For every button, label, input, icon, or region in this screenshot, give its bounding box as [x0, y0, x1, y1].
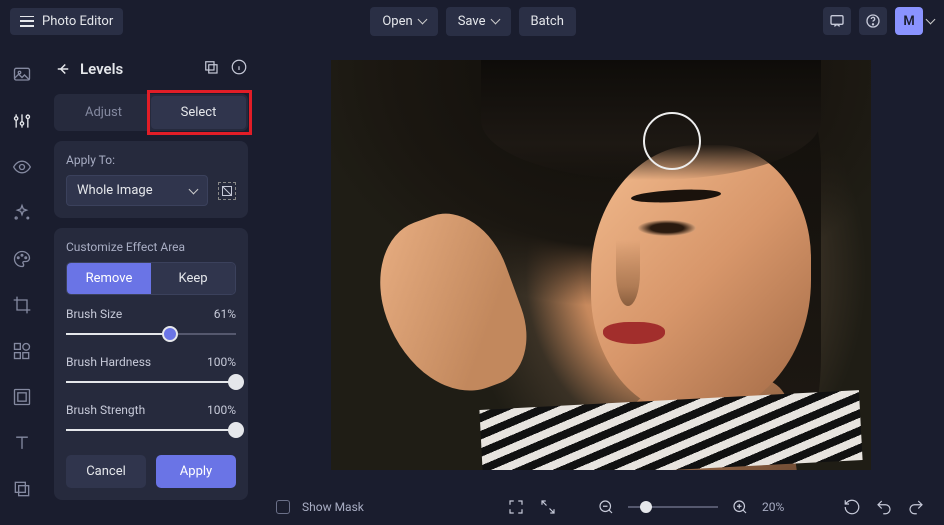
text-icon: [12, 433, 32, 453]
palette-icon: [12, 249, 32, 269]
apply-to-section: Apply To: Whole Image: [54, 141, 248, 218]
show-mask-checkbox[interactable]: [276, 500, 290, 514]
arrow-left-icon: [54, 60, 72, 78]
save-button[interactable]: Save: [446, 7, 511, 36]
tool-frame[interactable]: [11, 386, 33, 408]
tool-layers[interactable]: [11, 478, 33, 500]
fit-screen-icon: [507, 498, 525, 516]
actual-size-button[interactable]: [538, 497, 558, 517]
brush-strength-label: Brush Strength: [66, 403, 145, 417]
remove-keep-toggle: Remove Keep: [66, 262, 236, 295]
zoom-in-button[interactable]: [730, 497, 750, 517]
canvas-area: Show Mask 20%: [258, 42, 944, 525]
zoom-out-icon: [597, 498, 615, 516]
keep-button[interactable]: Keep: [151, 263, 235, 294]
side-panel: Levels Adjust Select Apply To: Whole Ima…: [44, 42, 258, 525]
brush-strength-slider[interactable]: [66, 421, 236, 439]
brush-strength-value: 100%: [207, 403, 236, 417]
image-icon: [12, 65, 32, 85]
chevron-down-icon: [189, 184, 199, 194]
apply-button[interactable]: Apply: [156, 455, 236, 488]
brush-hardness-label: Brush Hardness: [66, 355, 151, 369]
apply-to-label: Apply To:: [66, 153, 236, 167]
app-title: Photo Editor: [42, 14, 113, 29]
save-label: Save: [458, 14, 486, 29]
mask-icon: [221, 185, 233, 197]
main-area: Levels Adjust Select Apply To: Whole Ima…: [0, 42, 944, 525]
tool-brush[interactable]: [11, 248, 33, 270]
tab-select[interactable]: Select: [151, 96, 246, 129]
brush-size-label: Brush Size: [66, 307, 122, 321]
info-button[interactable]: [230, 58, 248, 80]
remove-button[interactable]: Remove: [67, 263, 151, 294]
feedback-icon: [829, 13, 845, 29]
apply-to-value: Whole Image: [77, 183, 153, 198]
actual-size-icon: [539, 498, 557, 516]
bottom-bar: Show Mask 20%: [258, 488, 944, 525]
feedback-button[interactable]: [823, 7, 851, 35]
brush-size-slider[interactable]: [66, 325, 236, 343]
app-menu-button[interactable]: Photo Editor: [10, 8, 123, 35]
photo[interactable]: [331, 60, 871, 470]
avatar: M: [895, 7, 923, 35]
sparkle-icon: [12, 203, 32, 223]
batch-button[interactable]: Batch: [519, 7, 576, 36]
open-button[interactable]: Open: [370, 7, 437, 36]
panel-tabs: Adjust Select: [54, 94, 248, 131]
top-bar: Photo Editor Open Save Batch M: [0, 0, 944, 42]
tool-crop[interactable]: [11, 294, 33, 316]
apply-to-select[interactable]: Whole Image: [66, 175, 208, 206]
chevron-down-icon: [490, 15, 500, 25]
tool-text[interactable]: [11, 432, 33, 454]
tool-image[interactable]: [11, 64, 33, 86]
compare-button[interactable]: [202, 58, 220, 80]
crop-icon: [12, 295, 32, 315]
account-menu[interactable]: M: [895, 7, 934, 35]
undo-icon: [875, 498, 893, 516]
customize-section: Customize Effect Area Remove Keep Brush …: [54, 228, 248, 500]
back-button[interactable]: [52, 58, 74, 80]
brush-size-value: 61%: [214, 307, 236, 321]
help-icon: [865, 13, 881, 29]
tool-elements[interactable]: [11, 340, 33, 362]
panel-title: Levels: [80, 60, 123, 78]
help-button[interactable]: [859, 7, 887, 35]
cancel-button[interactable]: Cancel: [66, 455, 146, 488]
zoom-in-icon: [731, 498, 749, 516]
panel-header: Levels: [48, 58, 254, 90]
chevron-down-icon: [926, 15, 936, 25]
batch-label: Batch: [531, 14, 564, 29]
zoom-value: 20%: [762, 500, 798, 514]
undo-button[interactable]: [874, 497, 894, 517]
canvas[interactable]: [258, 42, 944, 488]
frame-icon: [12, 387, 32, 407]
tool-eye[interactable]: [11, 156, 33, 178]
fit-screen-button[interactable]: [506, 497, 526, 517]
tool-adjust[interactable]: [11, 110, 33, 132]
zoom-slider[interactable]: [628, 506, 718, 508]
eye-icon: [12, 157, 32, 177]
customize-label: Customize Effect Area: [66, 240, 236, 254]
brush-hardness-slider[interactable]: [66, 373, 236, 391]
hamburger-icon: [20, 16, 34, 27]
open-label: Open: [382, 14, 412, 29]
chevron-down-icon: [417, 15, 427, 25]
avatar-letter: M: [903, 14, 914, 29]
redo-icon: [907, 498, 925, 516]
shapes-icon: [12, 341, 32, 361]
info-icon: [230, 58, 248, 76]
brush-hardness-value: 100%: [207, 355, 236, 369]
tab-adjust[interactable]: Adjust: [56, 96, 151, 129]
invert-mask-button[interactable]: [218, 182, 236, 200]
sliders-icon: [12, 111, 32, 131]
reset-icon: [843, 498, 861, 516]
tool-sidebar: [0, 42, 44, 525]
compare-icon: [202, 58, 220, 76]
show-mask-label: Show Mask: [302, 500, 364, 514]
tool-effects[interactable]: [11, 202, 33, 224]
redo-button[interactable]: [906, 497, 926, 517]
layers-icon: [12, 479, 32, 499]
reset-button[interactable]: [842, 497, 862, 517]
zoom-out-button[interactable]: [596, 497, 616, 517]
